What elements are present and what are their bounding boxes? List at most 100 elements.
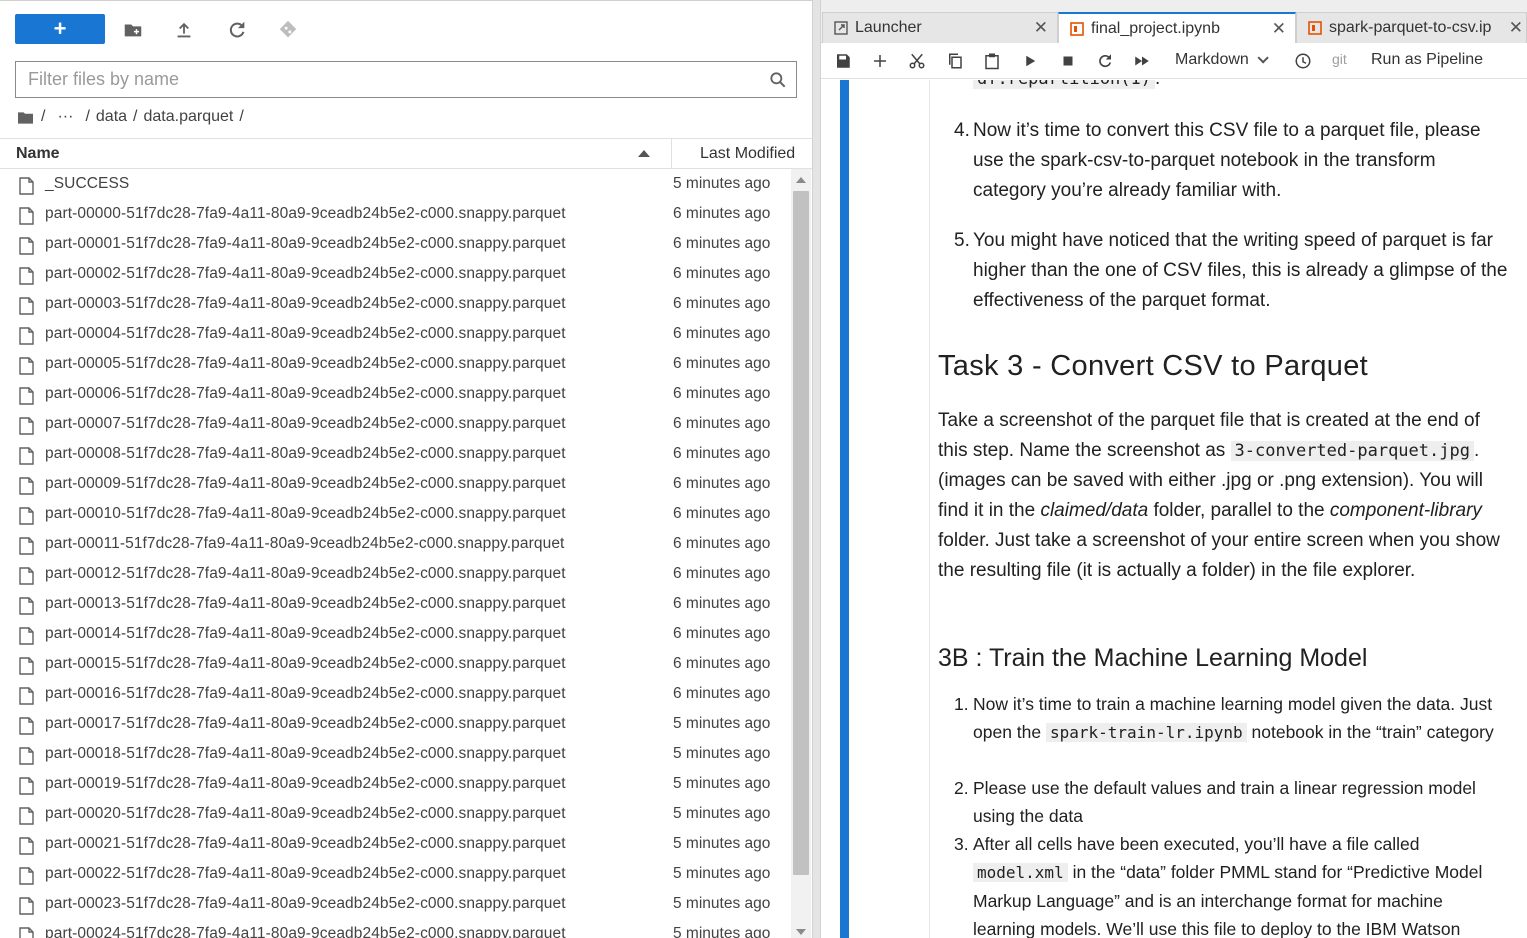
file-row[interactable]: part-00013-51f7dc28-7fa9-4a11-80a9-9cead… [0,589,790,619]
cell-type-select[interactable]: Markdown [1175,51,1269,69]
file-row[interactable]: part-00022-51f7dc28-7fa9-4a11-80a9-9cead… [0,859,790,889]
save-icon[interactable] [834,52,852,70]
task3-heading: Task 3 - Convert CSV to Parquet [938,350,1368,382]
file-row[interactable]: part-00008-51f7dc28-7fa9-4a11-80a9-9cead… [0,439,790,469]
sort-ascending-icon[interactable] [638,150,650,157]
clock-icon[interactable] [1294,52,1312,70]
stop-icon[interactable] [1059,52,1077,70]
cell-gutter [929,80,930,938]
file-icon [19,537,34,555]
cut-icon[interactable] [908,52,926,70]
active-cell-indicator[interactable] [840,80,849,938]
tab-label: Launcher [855,19,922,36]
file-modified: 6 minutes ago [673,235,771,252]
file-name: part-00003-51f7dc28-7fa9-4a11-80a9-9cead… [45,295,566,312]
fast-forward-icon[interactable] [1133,52,1151,70]
file-row[interactable]: part-00011-51f7dc28-7fa9-4a11-80a9-9cead… [0,529,790,559]
file-row[interactable]: part-00018-51f7dc28-7fa9-4a11-80a9-9cead… [0,739,790,769]
file-name: part-00001-51f7dc28-7fa9-4a11-80a9-9cead… [45,235,566,252]
file-modified: 6 minutes ago [673,325,771,342]
tab-launcher[interactable]: Launcher ✕ [822,12,1058,43]
add-cell-icon[interactable] [871,52,889,70]
file-row[interactable]: part-00015-51f7dc28-7fa9-4a11-80a9-9cead… [0,649,790,679]
scroll-down-icon[interactable] [796,929,806,935]
new-folder-icon[interactable] [122,19,144,41]
run-icon[interactable] [1021,52,1039,70]
run-as-pipeline-button[interactable]: Run as Pipeline [1371,51,1483,69]
file-row[interactable]: part-00010-51f7dc28-7fa9-4a11-80a9-9cead… [0,499,790,529]
file-name: part-00000-51f7dc28-7fa9-4a11-80a9-9cead… [45,205,566,222]
task3-paragraph: Take a screenshot of the parquet file th… [938,406,1503,586]
git-clone-icon[interactable] [277,19,299,41]
file-name: part-00015-51f7dc28-7fa9-4a11-80a9-9cead… [45,655,566,672]
list-number: 5. [954,230,970,251]
file-row[interactable]: part-00001-51f7dc28-7fa9-4a11-80a9-9cead… [0,229,790,259]
column-divider[interactable] [671,139,672,169]
git-button[interactable]: git [1332,51,1347,67]
file-row[interactable]: part-00002-51f7dc28-7fa9-4a11-80a9-9cead… [0,259,790,289]
file-row[interactable]: part-00019-51f7dc28-7fa9-4a11-80a9-9cead… [0,769,790,799]
file-row[interactable]: part-00004-51f7dc28-7fa9-4a11-80a9-9cead… [0,319,790,349]
file-icon [19,387,34,405]
breadcrumb-item-data[interactable]: data [96,108,127,126]
paragraph-text: folder. Just take a screenshot of your e… [938,530,1500,581]
file-row[interactable]: part-00006-51f7dc28-7fa9-4a11-80a9-9cead… [0,379,790,409]
item-text: You might have noticed that the writing … [973,230,1508,311]
column-header-name[interactable]: Name [16,145,60,163]
chevron-down-icon [1257,52,1269,64]
tab-final-project[interactable]: final_project.ipynb ✕ [1058,12,1296,44]
file-row[interactable]: part-00017-51f7dc28-7fa9-4a11-80a9-9cead… [0,709,790,739]
refresh-icon[interactable] [226,19,248,41]
folder-home-icon[interactable] [18,111,33,124]
file-row[interactable]: part-00003-51f7dc28-7fa9-4a11-80a9-9cead… [0,289,790,319]
file-name: part-00022-51f7dc28-7fa9-4a11-80a9-9cead… [45,865,566,882]
copy-icon[interactable] [946,52,964,70]
close-icon[interactable]: ✕ [1509,18,1523,38]
notebook-icon [1070,22,1084,36]
file-row[interactable]: part-00020-51f7dc28-7fa9-4a11-80a9-9cead… [0,799,790,829]
file-row[interactable]: part-00016-51f7dc28-7fa9-4a11-80a9-9cead… [0,679,790,709]
file-list-scrollbar[interactable] [791,169,811,938]
file-row[interactable]: part-00023-51f7dc28-7fa9-4a11-80a9-9cead… [0,889,790,919]
breadcrumb-item-data-parquet[interactable]: data.parquet [143,108,233,126]
paste-icon[interactable] [983,52,1001,70]
file-row[interactable]: part-00021-51f7dc28-7fa9-4a11-80a9-9cead… [0,829,790,859]
panel-splitter[interactable] [812,0,821,938]
restart-kernel-icon[interactable] [1096,52,1114,70]
file-row[interactable]: part-00005-51f7dc28-7fa9-4a11-80a9-9cead… [0,349,790,379]
file-browser-panel: + / ··· / data / data.parquet / Name [0,0,812,938]
file-row[interactable]: part-00007-51f7dc28-7fa9-4a11-80a9-9cead… [0,409,790,439]
file-row[interactable]: part-00014-51f7dc28-7fa9-4a11-80a9-9cead… [0,619,790,649]
file-name: part-00021-51f7dc28-7fa9-4a11-80a9-9cead… [45,835,566,852]
filter-input[interactable] [16,62,756,97]
new-launcher-button[interactable]: + [15,14,105,44]
file-icon [19,507,34,525]
inline-code: spark-train-lr.ipynb [1045,723,1247,742]
close-icon[interactable]: ✕ [1034,18,1048,38]
file-icon [19,297,34,315]
breadcrumb-separator: / [239,108,244,125]
list-item: 3. After all cells have been executed, y… [954,830,1508,938]
close-icon[interactable]: ✕ [1272,19,1286,39]
list-number: 4. [954,120,970,141]
upload-icon[interactable] [173,19,195,41]
file-modified: 6 minutes ago [673,265,771,282]
file-modified: 5 minutes ago [673,715,771,732]
notebook-panel: Launcher ✕ final_project.ipynb ✕ spark-p… [821,0,1527,938]
tab-spark-parquet-to-csv[interactable]: spark-parquet-to-csv.ip ✕ [1296,12,1527,43]
file-row[interactable]: part-00024-51f7dc28-7fa9-4a11-80a9-9cead… [0,919,790,938]
file-row[interactable]: _SUCCESS 5 minutes ago [0,169,790,199]
file-row[interactable]: part-00000-51f7dc28-7fa9-4a11-80a9-9cead… [0,199,790,229]
file-name: part-00013-51f7dc28-7fa9-4a11-80a9-9cead… [45,595,566,612]
scroll-up-icon[interactable] [796,177,806,183]
notebook-content[interactable]: df.repartition(1). 4. Now it’s time to c… [821,80,1527,938]
file-icon [19,477,34,495]
breadcrumb-ellipsis[interactable]: ··· [57,108,73,126]
scrollbar-thumb[interactable] [793,191,809,875]
file-icon [19,897,34,915]
column-header-last-modified[interactable]: Last Modified [700,145,795,163]
item-text: Please use the default values and train … [973,778,1476,826]
file-row[interactable]: part-00009-51f7dc28-7fa9-4a11-80a9-9cead… [0,469,790,499]
file-modified: 6 minutes ago [673,685,771,702]
file-row[interactable]: part-00012-51f7dc28-7fa9-4a11-80a9-9cead… [0,559,790,589]
